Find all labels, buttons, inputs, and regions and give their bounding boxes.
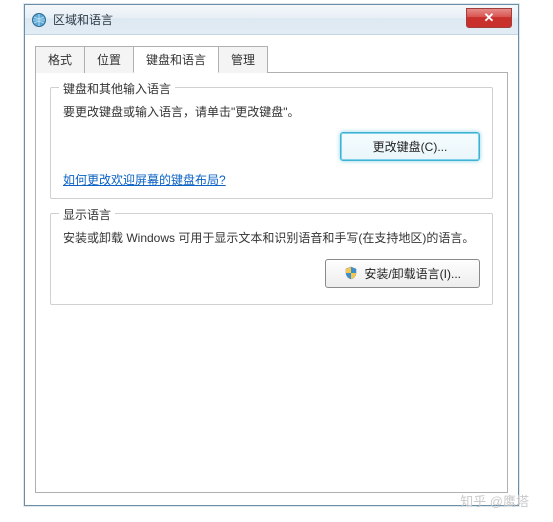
change-keyboard-button[interactable]: 更改键盘(C)... <box>340 132 480 161</box>
install-lang-row: 安装/卸载语言(I)... <box>63 259 480 288</box>
group-display-language: 显示语言 安装或卸载 Windows 可用于显示文本和识别语音和手写(在支持地区… <box>50 213 493 304</box>
tab-administrative[interactable]: 管理 <box>218 46 268 73</box>
install-uninstall-language-button[interactable]: 安装/卸载语言(I)... <box>325 259 480 288</box>
tab-location[interactable]: 位置 <box>84 46 134 73</box>
group-display-title: 显示语言 <box>59 206 115 223</box>
change-keyboard-row: 更改键盘(C)... <box>63 132 480 161</box>
dialog-window: 区域和语言 ✕ 格式 位置 键盘和语言 管理 键盘和其他输入语言 要更改键盘或输… <box>24 4 519 506</box>
tab-panel-keyboard-language: 键盘和其他输入语言 要更改键盘或输入语言，请单击"更改键盘"。 更改键盘(C).… <box>35 73 508 493</box>
window-title: 区域和语言 <box>53 11 113 28</box>
display-desc: 安装或卸载 Windows 可用于显示文本和识别语音和手写(在支持地区)的语言。 <box>63 228 480 248</box>
tab-keyboard-language[interactable]: 键盘和语言 <box>133 46 219 73</box>
group-keyboard-title: 键盘和其他输入语言 <box>59 80 175 97</box>
titlebar: 区域和语言 ✕ <box>25 5 518 35</box>
keyboard-desc: 要更改键盘或输入语言，请单击"更改键盘"。 <box>63 102 480 122</box>
tab-format[interactable]: 格式 <box>35 46 85 73</box>
welcome-screen-layout-link[interactable]: 如何更改欢迎屏幕的键盘布局? <box>63 171 226 188</box>
close-button[interactable]: ✕ <box>466 8 512 28</box>
uac-shield-icon <box>344 266 358 280</box>
tab-strip: 格式 位置 键盘和语言 管理 <box>35 45 508 73</box>
group-keyboard-input: 键盘和其他输入语言 要更改键盘或输入语言，请单击"更改键盘"。 更改键盘(C).… <box>50 87 493 199</box>
globe-icon <box>31 12 47 28</box>
dialog-content: 格式 位置 键盘和语言 管理 键盘和其他输入语言 要更改键盘或输入语言，请单击"… <box>25 35 518 505</box>
close-icon: ✕ <box>484 10 495 26</box>
